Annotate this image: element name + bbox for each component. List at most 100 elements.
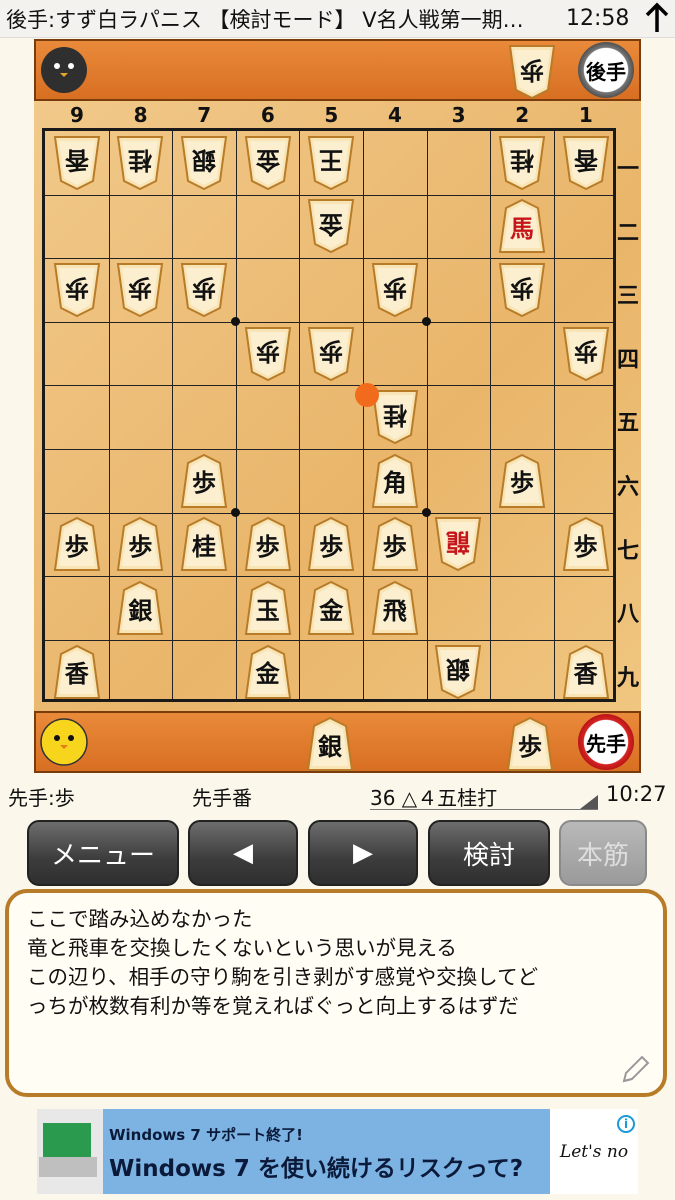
turn-text: 先手番 (192, 786, 252, 810)
board-piece[interactable]: 香 (53, 135, 101, 191)
board-piece[interactable]: 歩 (371, 262, 419, 318)
star-point (230, 316, 240, 326)
board-piece[interactable]: 龍 (434, 516, 482, 572)
ad-banner[interactable]: Windows 7 サポート終了! Windows 7 を使い続けるリスクって?… (37, 1109, 638, 1194)
board-piece[interactable]: 歩 (307, 516, 355, 572)
grid-line (45, 449, 613, 450)
gote-hand-piece[interactable]: 歩 (508, 44, 556, 100)
board-piece[interactable]: 歩 (498, 453, 546, 509)
arrow-up-icon[interactable] (644, 2, 670, 34)
piece-label: 歩 (382, 532, 407, 561)
board-piece[interactable]: 歩 (180, 262, 228, 318)
board-piece[interactable]: 香 (562, 644, 610, 700)
piece-label: 歩 (573, 532, 598, 561)
board-piece[interactable]: 歩 (116, 516, 164, 572)
board-piece[interactable]: 金 (244, 644, 292, 700)
board-piece[interactable]: 歩 (53, 516, 101, 572)
piece-label: 金 (255, 146, 280, 175)
file-label: 6 (260, 103, 275, 127)
board-piece[interactable]: 香 (562, 135, 610, 191)
grid-line (45, 385, 613, 387)
next-button[interactable]: ▶ (308, 820, 418, 886)
piece-label: 桂 (128, 146, 153, 175)
file-label: 2 (515, 103, 530, 127)
file-label: 9 (70, 103, 84, 127)
board-piece[interactable]: 歩 (180, 453, 228, 509)
grid-line (490, 131, 492, 699)
board-piece[interactable]: 歩 (498, 262, 546, 318)
status-clock: 12:58 (566, 6, 630, 31)
file-label: 3 (451, 103, 466, 127)
grid-line (553, 131, 555, 699)
piece-label: 香 (573, 660, 598, 689)
ad-text: Windows 7 を使い続けるリスクって? (109, 1156, 524, 1182)
menu-button[interactable]: メニュー (27, 820, 179, 886)
piece-label: 桂 (510, 146, 534, 175)
file-label: 8 (133, 103, 148, 127)
grid-line (235, 131, 237, 699)
rank-label: 三 (616, 284, 639, 310)
rank-label: 九 (616, 665, 639, 691)
board-piece[interactable]: 香 (53, 644, 101, 700)
board-piece[interactable]: 銀 (180, 135, 228, 191)
comment-line: っちが枚数有利か等を覚えればぐっと向上するはずだ (27, 994, 519, 1018)
move-selector[interactable]: 36 △４五桂打 (370, 782, 598, 810)
board-piece[interactable]: 金 (307, 198, 355, 254)
grid-line (45, 321, 613, 323)
board-piece[interactable]: 王 (307, 135, 355, 191)
board-piece[interactable]: 玉 (244, 580, 292, 636)
board-piece[interactable]: 歩 (562, 326, 610, 382)
rank-label: 四 (616, 347, 639, 373)
sente-hand-text: 先手:歩 (8, 786, 75, 810)
piece-label: 香 (64, 146, 89, 175)
gote-badge: 後手 (578, 42, 634, 98)
file-label: 4 (388, 103, 402, 127)
piece-label: 桂 (192, 532, 216, 561)
comment-line: ここで踏み込めなかった (27, 907, 253, 931)
file-label: 1 (578, 103, 593, 127)
board-piece[interactable]: 金 (307, 580, 355, 636)
analyze-button[interactable]: 検討 (428, 820, 550, 886)
piece-label: 歩 (128, 532, 153, 561)
edit-pen-icon[interactable] (618, 1053, 652, 1087)
ad-info-icon[interactable]: i (617, 1115, 635, 1133)
piece-label: 香 (64, 660, 89, 689)
board-piece[interactable]: 歩 (371, 516, 419, 572)
board-piece[interactable]: 歩 (307, 326, 355, 382)
board-piece[interactable]: 金 (244, 135, 292, 191)
board-piece[interactable]: 歩 (244, 326, 292, 382)
board-piece[interactable]: 歩 (116, 262, 164, 318)
board-piece[interactable]: 歩 (53, 262, 101, 318)
ad-laptop-image (37, 1109, 103, 1194)
piece-label: 王 (319, 146, 344, 175)
piece-label: 銀 (128, 596, 153, 625)
comment-line: この辺り、相手の守り駒を引き剥がす感覚や交換してど (27, 965, 539, 989)
info-bar: 先手:歩 先手番 36 △４五桂打 10:27 (0, 782, 675, 812)
comment-box[interactable]: ここで踏み込めなかった 竜と飛車を交換したくないという思いが見える この辺り、相… (5, 889, 667, 1097)
board-piece[interactable]: 銀 (116, 580, 164, 636)
board-piece[interactable]: 桂 (180, 516, 228, 572)
piece-label: 歩 (255, 532, 280, 561)
board-piece[interactable]: 歩 (562, 516, 610, 572)
piece-label: 龍 (446, 527, 471, 556)
board-piece[interactable]: 角 (371, 453, 419, 509)
board-piece[interactable]: 桂 (498, 135, 546, 191)
mainline-button[interactable]: 本筋 (559, 820, 647, 886)
board-piece[interactable]: 歩 (244, 516, 292, 572)
board-piece[interactable]: 馬 (498, 198, 546, 254)
piece-label: 歩 (192, 273, 216, 302)
sente-hand-piece[interactable]: 歩 (506, 716, 554, 772)
board-piece[interactable]: 飛 (371, 580, 419, 636)
prev-button[interactable]: ◀ (188, 820, 298, 886)
window-title: 後手:すず白ラパニス 【検討モード】 V名人戦第一期… (6, 7, 524, 32)
dropdown-triangle-icon (580, 795, 598, 809)
piece-label: 歩 (319, 337, 344, 366)
piece-label: 銀 (318, 732, 342, 761)
board-piece[interactable]: 桂 (116, 135, 164, 191)
piece-label: 角 (382, 469, 407, 498)
sente-hand-piece[interactable]: 銀 (306, 716, 354, 772)
board-piece[interactable]: 銀 (434, 644, 482, 700)
sente-hand: 銀 歩 先手 (34, 711, 641, 773)
piece-label: 桂 (382, 400, 407, 429)
gote-hand: 歩 後手 (34, 39, 641, 101)
